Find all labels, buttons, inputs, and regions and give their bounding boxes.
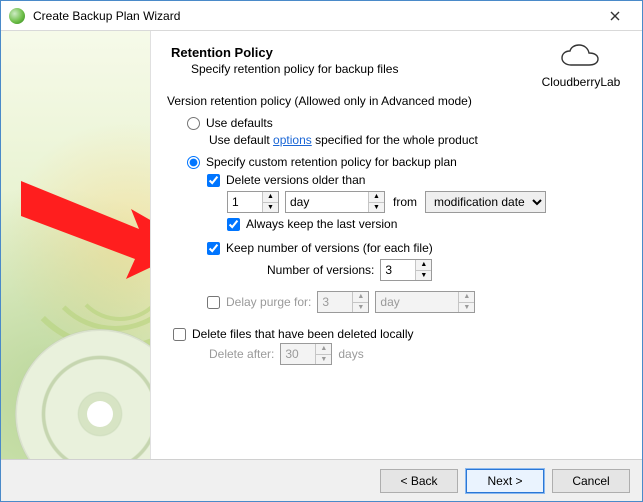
check-delete-older[interactable]: Delete versions older than bbox=[207, 173, 626, 187]
close-button[interactable] bbox=[594, 2, 636, 30]
brand-logo: CloudberryLab bbox=[536, 41, 626, 90]
cancel-button[interactable]: Cancel bbox=[552, 469, 630, 493]
delay-amount-input bbox=[318, 292, 352, 312]
check-delete-local[interactable]: Delete files that have been deleted loca… bbox=[173, 327, 626, 341]
check-delete-local-label: Delete files that have been deleted loca… bbox=[192, 327, 413, 341]
delay-amount-spinner: ▲▼ bbox=[317, 291, 369, 313]
radio-use-defaults-label: Use defaults bbox=[206, 116, 273, 130]
older-amount-spinner[interactable]: ▲▼ bbox=[227, 191, 279, 213]
delete-after-suffix: days bbox=[338, 347, 363, 361]
delete-older-controls: ▲▼ ▲▼ from modification date bbox=[227, 191, 626, 213]
check-keep-last[interactable]: Always keep the last version bbox=[227, 217, 626, 231]
spin-up-icon[interactable]: ▲ bbox=[263, 192, 278, 203]
versions-count-spinner[interactable]: ▲▼ bbox=[380, 259, 432, 281]
window-title: Create Backup Plan Wizard bbox=[33, 9, 594, 23]
wizard-footer: < Back Next > Cancel bbox=[1, 459, 642, 501]
versions-count-input[interactable] bbox=[381, 260, 415, 280]
check-delete-older-label: Delete versions older than bbox=[226, 173, 365, 187]
spin-down-icon[interactable]: ▼ bbox=[416, 271, 431, 281]
radio-custom-policy-label: Specify custom retention policy for back… bbox=[206, 155, 457, 169]
older-unit-spinner[interactable]: ▲▼ bbox=[285, 191, 385, 213]
check-keep-versions-label: Keep number of versions (for each file) bbox=[226, 241, 433, 255]
brand-name: CloudberryLab bbox=[536, 75, 626, 89]
radio-custom-policy-input[interactable] bbox=[187, 156, 200, 169]
from-select[interactable]: modification date bbox=[425, 191, 546, 213]
check-delay-purge-label: Delay purge for: bbox=[226, 295, 311, 309]
check-delay-purge-input[interactable] bbox=[207, 296, 220, 309]
radio-use-defaults-input[interactable] bbox=[187, 117, 200, 130]
use-defaults-note: Use default options specified for the wh… bbox=[209, 133, 626, 147]
check-delete-local-input[interactable] bbox=[173, 328, 186, 341]
page-subtitle: Specify retention policy for backup file… bbox=[191, 62, 536, 76]
spin-down-icon[interactable]: ▼ bbox=[263, 203, 278, 213]
wizard-page: Retention Policy Specify retention polic… bbox=[151, 31, 642, 459]
next-button[interactable]: Next > bbox=[466, 469, 544, 493]
from-label: from bbox=[393, 195, 417, 209]
delay-unit-spinner: ▲▼ bbox=[375, 291, 475, 313]
radio-custom-policy[interactable]: Specify custom retention policy for back… bbox=[187, 155, 626, 169]
check-keep-versions-input[interactable] bbox=[207, 242, 220, 255]
versions-count-label: Number of versions: bbox=[267, 263, 374, 277]
delete-after-input bbox=[281, 344, 315, 364]
cloud-icon bbox=[557, 43, 605, 73]
check-keep-last-label: Always keep the last version bbox=[246, 217, 397, 231]
close-icon bbox=[610, 11, 620, 21]
spin-down-icon[interactable]: ▼ bbox=[369, 203, 384, 213]
options-link[interactable]: options bbox=[273, 133, 312, 147]
check-keep-last-input[interactable] bbox=[227, 218, 240, 231]
page-title: Retention Policy bbox=[171, 45, 536, 60]
delete-after-label: Delete after: bbox=[209, 347, 274, 361]
spin-up-icon[interactable]: ▲ bbox=[416, 260, 431, 271]
app-icon bbox=[9, 8, 25, 24]
older-unit-input[interactable] bbox=[286, 192, 368, 212]
check-keep-versions[interactable]: Keep number of versions (for each file) bbox=[207, 241, 626, 255]
keep-versions-controls: Number of versions: ▲▼ bbox=[267, 259, 626, 281]
radio-use-defaults[interactable]: Use defaults bbox=[187, 116, 626, 130]
wizard-side-graphic bbox=[1, 31, 151, 459]
check-delete-older-input[interactable] bbox=[207, 174, 220, 187]
delay-unit-input bbox=[376, 292, 458, 312]
older-amount-input[interactable] bbox=[228, 192, 262, 212]
spin-up-icon[interactable]: ▲ bbox=[369, 192, 384, 203]
check-delay-purge[interactable]: Delay purge for: ▲▼ ▲▼ bbox=[207, 291, 626, 313]
title-bar: Create Backup Plan Wizard bbox=[1, 1, 642, 31]
back-button[interactable]: < Back bbox=[380, 469, 458, 493]
delete-after-controls: Delete after: ▲▼ days bbox=[209, 343, 626, 365]
section-note: Version retention policy (Allowed only i… bbox=[167, 94, 626, 108]
delete-after-spinner: ▲▼ bbox=[280, 343, 332, 365]
